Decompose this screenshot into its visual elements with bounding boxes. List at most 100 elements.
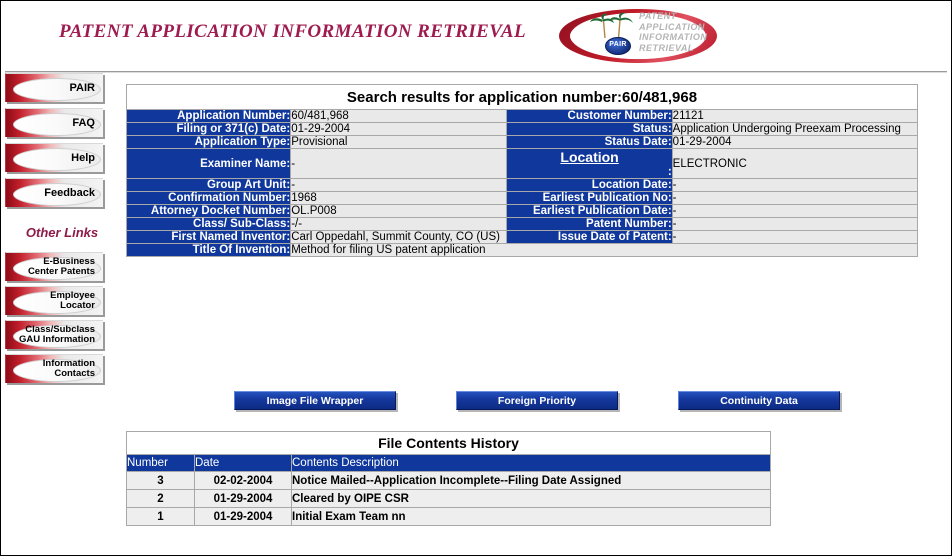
table-header-row: Number Date Contents Description: [127, 455, 771, 472]
sidebar-item-label: Feedback: [44, 188, 95, 199]
table-row: 1 01-29-2004 Initial Exam Team nn: [127, 508, 771, 526]
field-label-patent-number: Patent Number:: [507, 218, 672, 231]
sidebar-item-label: Class/SubclassGAU Information: [19, 325, 95, 345]
table-row: Class/ Sub-Class: -/- Patent Number: -: [127, 218, 918, 231]
field-value-filing-date: 01-29-2004: [291, 123, 507, 136]
sidebar-item-faq[interactable]: FAQ: [5, 108, 103, 137]
field-value-first-named-inventor: Carl Oppedahl, Summit County, CO (US): [291, 231, 507, 244]
sidebar-primary-nav: PAIR FAQ Help Feedback: [1, 73, 123, 207]
page-title: PATENT APPLICATION INFORMATION RETRIEVAL: [59, 21, 526, 43]
body-area: PAIR FAQ Help Feedback Other Links E-Bus…: [1, 73, 951, 555]
field-label-confirmation-number: Confirmation Number:: [127, 192, 291, 205]
sidebar-item-class-subclass-gau-information[interactable]: Class/SubclassGAU Information: [5, 320, 103, 349]
field-value-class-sub-class: -/-: [291, 218, 507, 231]
field-value-application-number: 60/481,968: [291, 110, 507, 123]
sidebar-item-label: E-BusinessCenter Patents: [28, 257, 95, 277]
cell-description: Notice Mailed--Application Incomplete--F…: [292, 472, 771, 490]
column-header-date: Date: [195, 455, 292, 472]
field-label-title-of-invention: Title Of Invention:: [127, 244, 291, 257]
continuity-data-button[interactable]: Continuity Data: [678, 391, 840, 410]
sidebar-item-feedback[interactable]: Feedback: [5, 178, 103, 207]
field-label-location-date: Location Date:: [507, 179, 672, 192]
field-label-earliest-publication-no: Earliest Publication No:: [507, 192, 672, 205]
action-button-row: Image File Wrapper Foreign Priority Cont…: [123, 391, 951, 410]
field-value-status-date: 01-29-2004: [672, 136, 917, 149]
table-row: Application Number: 60/481,968 Customer …: [127, 110, 918, 123]
field-label-attorney-docket-number: Attorney Docket Number:: [127, 205, 291, 218]
field-value-customer-number: 21121: [672, 110, 917, 123]
table-row-title: File Contents History: [127, 432, 771, 455]
sidebar-item-employee-locator[interactable]: EmployeeLocator: [5, 286, 103, 315]
field-value-group-art-unit: -: [291, 179, 507, 192]
column-header-contents-description: Contents Description: [292, 455, 771, 472]
location-label-colon: :: [507, 166, 671, 178]
file-contents-history-table: File Contents History Number Date Conten…: [126, 431, 771, 526]
field-label-class-sub-class: Class/ Sub-Class:: [127, 218, 291, 231]
sidebar: PAIR FAQ Help Feedback Other Links E-Bus…: [1, 73, 123, 555]
field-label-location: Location :: [507, 149, 672, 179]
logo-badge-label: PAIR: [606, 41, 630, 48]
cell-number: 1: [127, 508, 195, 526]
main-content: Search results for application number:60…: [123, 73, 951, 555]
sidebar-secondary-nav: E-BusinessCenter Patents EmployeeLocator…: [1, 252, 123, 383]
cell-date: 01-29-2004: [195, 508, 292, 526]
table-row: Application Type: Provisional Status Dat…: [127, 136, 918, 149]
foreign-priority-button[interactable]: Foreign Priority: [456, 391, 618, 410]
field-value-patent-number: -: [672, 218, 917, 231]
cell-date: 01-29-2004: [195, 490, 292, 508]
cell-number: 2: [127, 490, 195, 508]
field-value-attorney-docket-number: OL.P008: [291, 205, 507, 218]
pair-page: PATENT APPLICATION INFORMATION RETRIEVAL…: [0, 0, 952, 556]
sidebar-item-information-contacts[interactable]: InformationContacts: [5, 354, 103, 383]
table-row: Group Art Unit: - Location Date: -: [127, 179, 918, 192]
column-header-number: Number: [127, 455, 195, 472]
sidebar-item-help[interactable]: Help: [5, 143, 103, 172]
field-value-location-date: -: [672, 179, 917, 192]
field-label-examiner-name: Examiner Name:: [127, 149, 291, 179]
field-value-earliest-publication-no: -: [672, 192, 917, 205]
field-label-first-named-inventor: First Named Inventor:: [127, 231, 291, 244]
bibliographic-data-table: Search results for application number:60…: [126, 84, 918, 257]
field-value-status: Application Undergoing Preexam Processin…: [672, 123, 917, 136]
masthead: PATENT APPLICATION INFORMATION RETRIEVAL…: [1, 1, 951, 73]
field-label-filing-date: Filing or 371(c) Date:: [127, 123, 291, 136]
globe-icon: PAIR: [605, 37, 631, 55]
image-file-wrapper-button[interactable]: Image File Wrapper: [234, 391, 396, 410]
pair-logo: PAIR PATENTAPPLICATIONINFORMATIONRETRIEV…: [559, 3, 719, 69]
table-row: First Named Inventor: Carl Oppedahl, Sum…: [127, 231, 918, 244]
field-value-issue-date-of-patent: -: [672, 231, 917, 244]
cell-number: 3: [127, 472, 195, 490]
table-row: Examiner Name: - Location : ELECTRONIC: [127, 149, 918, 179]
table-row-title: Search results for application number:60…: [127, 85, 918, 110]
field-label-group-art-unit: Group Art Unit:: [127, 179, 291, 192]
field-label-status-date: Status Date:: [507, 136, 672, 149]
sidebar-item-pair[interactable]: PAIR: [5, 73, 103, 102]
sidebar-item-label: Help: [71, 153, 95, 164]
field-value-earliest-publication-date: -: [672, 205, 917, 218]
field-value-location: ELECTRONIC: [672, 149, 917, 179]
sidebar-item-label: FAQ: [72, 118, 95, 129]
file-contents-history-heading: File Contents History: [127, 432, 771, 455]
table-row: Filing or 371(c) Date: 01-29-2004 Status…: [127, 123, 918, 136]
field-value-examiner-name: -: [291, 149, 507, 179]
table-row: 2 01-29-2004 Cleared by OIPE CSR: [127, 490, 771, 508]
cell-date: 02-02-2004: [195, 472, 292, 490]
logo-wordmark: PATENTAPPLICATIONINFORMATIONRETRIEVAL: [639, 11, 707, 53]
field-value-application-type: Provisional: [291, 136, 507, 149]
field-label-application-number: Application Number:: [127, 110, 291, 123]
field-value-confirmation-number: 1968: [291, 192, 507, 205]
sidebar-item-label: PAIR: [70, 83, 95, 94]
sidebar-item-label: EmployeeLocator: [50, 291, 95, 311]
table-row: Confirmation Number: 1968 Earliest Publi…: [127, 192, 918, 205]
field-value-title-of-invention: Method for filing US patent application: [291, 244, 918, 257]
field-label-status: Status:: [507, 123, 672, 136]
other-links-heading: Other Links: [1, 225, 123, 240]
search-results-heading: Search results for application number:60…: [127, 85, 918, 110]
location-link[interactable]: Location: [507, 149, 671, 165]
sidebar-item-e-business-center-patents[interactable]: E-BusinessCenter Patents: [5, 252, 103, 281]
field-label-issue-date-of-patent: Issue Date of Patent:: [507, 231, 672, 244]
field-label-earliest-publication-date: Earliest Publication Date:: [507, 205, 672, 218]
table-row: 3 02-02-2004 Notice Mailed--Application …: [127, 472, 771, 490]
field-label-customer-number: Customer Number:: [507, 110, 672, 123]
cell-description: Initial Exam Team nn: [292, 508, 771, 526]
